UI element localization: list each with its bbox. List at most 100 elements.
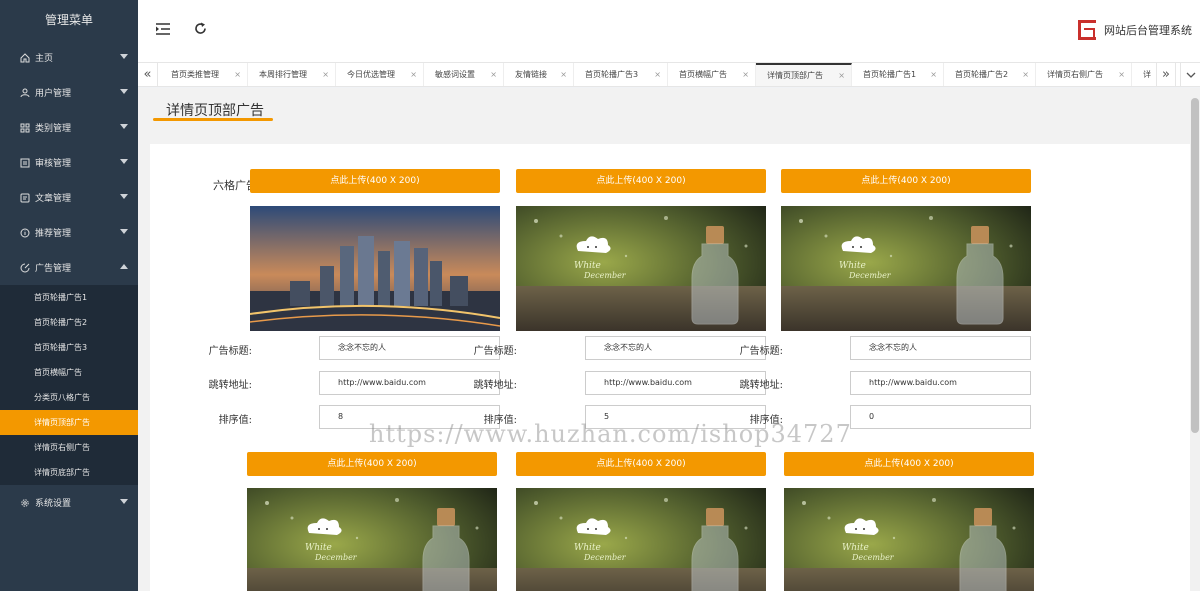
close-icon[interactable]: × — [490, 63, 497, 86]
tab[interactable]: 首页轮播广告3 × — [574, 63, 668, 86]
home-icon — [20, 52, 30, 63]
sidebar-item-label: 主页 — [35, 54, 54, 64]
ad-image — [250, 206, 500, 331]
title-label: 广告标题: — [739, 346, 783, 357]
upload-button[interactable]: 点此上传(400 X 200) — [516, 452, 766, 476]
submenu-item[interactable]: 首页轮播广告2 — [0, 310, 138, 335]
url-label: 跳转地址: — [739, 380, 783, 391]
tab[interactable]: 本周排行管理 × — [248, 63, 336, 86]
close-icon[interactable]: × — [322, 63, 329, 86]
chevron-down-icon[interactable] — [1180, 63, 1200, 86]
upload-button[interactable]: 点此上传(400 X 200) — [784, 452, 1034, 476]
scrollbar[interactable] — [1190, 88, 1200, 591]
sidebar-item[interactable]: 推荐管理 — [0, 215, 138, 250]
tab[interactable]: 敏感词设置 × — [424, 63, 504, 86]
submenu-item[interactable]: 详情页底部广告 — [0, 460, 138, 485]
tab-label: 详 — [1143, 70, 1151, 79]
sidebar-item[interactable]: 广告管理 — [0, 250, 138, 285]
upload-button[interactable]: 点此上传(400 X 200) — [781, 169, 1031, 193]
tab[interactable]: 今日优选管理 × — [336, 63, 424, 86]
svg-text:White: White — [839, 261, 866, 271]
sidebar-item-label: 审核管理 — [35, 159, 72, 169]
tab[interactable]: 首页类推管理 × — [160, 63, 248, 86]
info-icon — [20, 228, 30, 238]
double-chevron-left-icon[interactable]: « — [138, 63, 158, 86]
upload-button[interactable]: 点此上传(400 X 200) — [247, 452, 497, 476]
upload-button[interactable]: 点此上传(400 X 200) — [250, 169, 500, 193]
svg-text:December: December — [314, 553, 358, 562]
sidebar-item-label: 广告管理 — [35, 264, 72, 274]
caret-down-icon — [120, 499, 128, 504]
ad-sort-input[interactable]: 0 — [850, 405, 1031, 429]
watermark: https://www.huzhan.com/ishop34727 — [369, 420, 852, 448]
submenu-item[interactable]: 详情页顶部广告 — [0, 410, 138, 435]
close-icon[interactable]: × — [930, 63, 937, 86]
close-icon[interactable]: × — [410, 63, 417, 86]
ad-image: White December — [784, 488, 1034, 591]
submenu-item[interactable]: 首页轮播广告1 — [0, 285, 138, 310]
submenu-item[interactable]: 详情页右侧广告 — [0, 435, 138, 460]
tab-bar: « 首页类推管理 × 本周排行管理 × 今日优选管理 × 敏感词设置 × 友情链接 × 首页轮播广告… — [138, 62, 1200, 87]
ad-url-input[interactable]: http://www.baidu.com — [850, 371, 1031, 395]
svg-text:White: White — [574, 261, 601, 271]
tab-label: 首页横幅广告 — [679, 70, 727, 79]
double-chevron-right-icon[interactable]: » — [1156, 63, 1176, 86]
caret-down-icon — [120, 89, 128, 94]
tab-list: 首页类推管理 × 本周排行管理 × 今日优选管理 × 敏感词设置 × 友情链接 × 首页轮播广告3 ×… — [160, 63, 1152, 86]
sidebar-item-label: 系统设置 — [35, 499, 72, 509]
ad-image: White December — [781, 206, 1031, 331]
ad-title-input[interactable]: 念念不忘的人 — [850, 336, 1031, 360]
svg-text:White: White — [305, 543, 332, 553]
sidebar-item-label: 文章管理 — [35, 194, 72, 204]
user-icon — [20, 88, 30, 98]
svg-text:December: December — [583, 553, 627, 562]
article-icon — [20, 193, 30, 203]
close-icon[interactable]: × — [234, 63, 241, 86]
sidebar-item[interactable]: 类别管理 — [0, 110, 138, 145]
close-icon[interactable]: × — [654, 63, 661, 86]
svg-text:December: December — [848, 271, 892, 280]
tab-label: 首页类推管理 — [171, 70, 219, 79]
tab[interactable]: 首页轮播广告2 × — [944, 63, 1036, 86]
tab[interactable]: 详情页右侧广告 × — [1036, 63, 1132, 86]
sort-label: 排序值: — [218, 415, 252, 426]
sidebar-item[interactable]: 文章管理 — [0, 180, 138, 215]
menu-collapse-icon[interactable] — [154, 22, 172, 40]
tab[interactable]: 详情页顶部广告 × — [756, 63, 852, 86]
tab[interactable]: 详 — [1132, 63, 1152, 86]
refresh-icon[interactable] — [191, 22, 209, 40]
sidebar-item[interactable]: 主页 — [0, 40, 138, 75]
sidebar-item[interactable]: 用户管理 — [0, 75, 138, 110]
close-icon[interactable]: × — [838, 65, 845, 86]
submenu-item[interactable]: 首页横幅广告 — [0, 360, 138, 385]
tab[interactable]: 友情链接 × — [504, 63, 574, 86]
close-icon[interactable]: × — [560, 63, 567, 86]
caret-up-icon — [120, 264, 128, 269]
gear-icon — [20, 498, 30, 508]
sidebar-title: 管理菜单 — [44, 13, 93, 27]
close-icon[interactable]: × — [742, 63, 749, 86]
upload-button[interactable]: 点此上传(400 X 200) — [516, 169, 766, 193]
sidebar-item[interactable]: 系统设置 — [0, 485, 138, 520]
close-icon[interactable]: × — [1118, 63, 1125, 86]
main-content: 详情页顶部广告 六格广告 点此上传(400 X 200) 广告标题: 念念不忘的人跳… — [138, 88, 1200, 591]
ad-image: White December — [247, 488, 497, 591]
sidebar-item[interactable]: 审核管理 — [0, 145, 138, 180]
scrollbar-thumb[interactable] — [1191, 98, 1199, 433]
tab[interactable]: 首页横幅广告 × — [668, 63, 756, 86]
sidebar-item-label: 类别管理 — [35, 124, 72, 134]
tab-label: 本周排行管理 — [259, 70, 307, 79]
brand-text: 网站后台管理系统 — [1104, 24, 1192, 37]
close-icon[interactable]: × — [1022, 63, 1029, 86]
sidebar: 管理菜单 主页 用户管理 类别管理 审核管理 文章管理 推荐管理 广告管理 首页轮播广告1 首页… — [0, 0, 138, 591]
tab[interactable]: 首页轮播广告1 × — [852, 63, 944, 86]
tab-label: 首页轮播广告1 — [863, 70, 917, 79]
ad-image: White December — [516, 488, 766, 591]
submenu-item[interactable]: 首页轮播广告3 — [0, 335, 138, 360]
caret-down-icon — [120, 54, 128, 59]
ad-image: White December — [516, 206, 766, 331]
grid-icon — [20, 123, 30, 133]
ad-submenu: 首页轮播广告1 首页轮播广告2 首页轮播广告3 首页横幅广告 分类页八格广告 详情页顶部广… — [0, 285, 138, 485]
submenu-item[interactable]: 分类页八格广告 — [0, 385, 138, 410]
url-label: 跳转地址: — [473, 380, 517, 391]
